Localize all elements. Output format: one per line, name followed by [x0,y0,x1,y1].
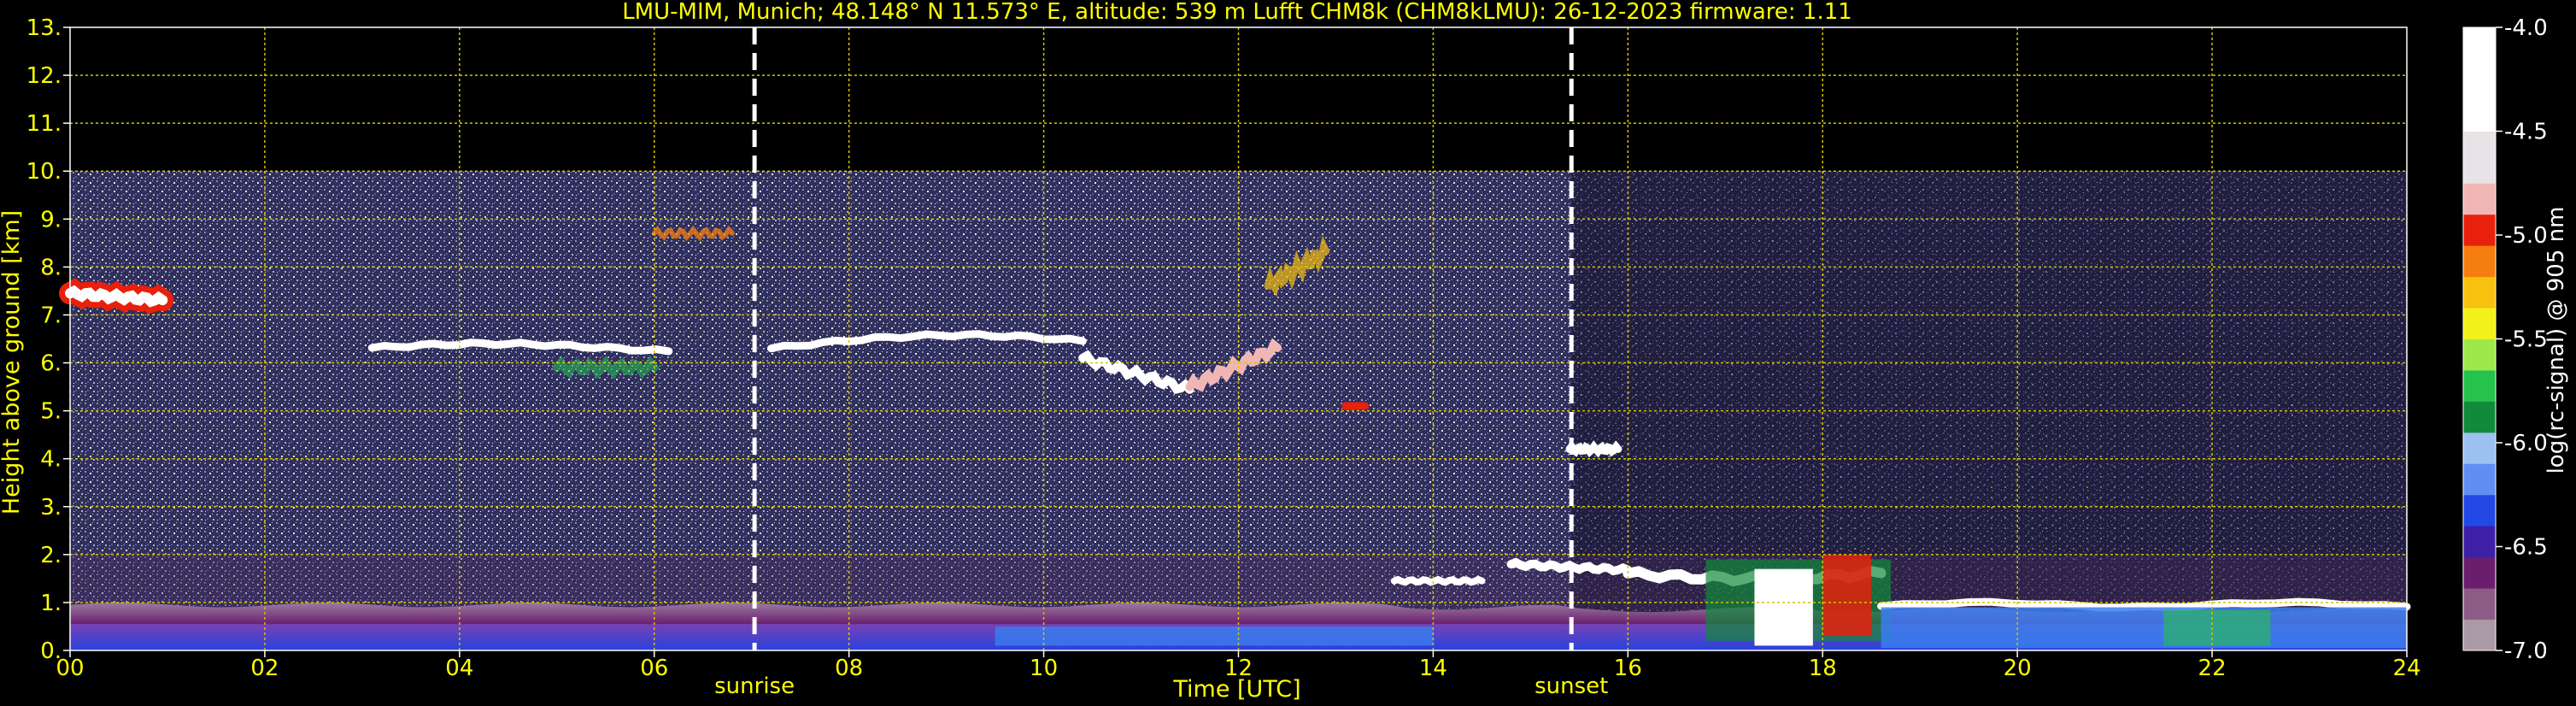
colorbar-tick-label: -5.5 [2504,327,2548,353]
y-tick-label: 13. [26,15,62,41]
y-tick-label: 9. [40,207,62,232]
colorbar-segment [2463,27,2496,132]
colorbar-tick-label: -4.5 [2504,120,2548,145]
x-tick-label: 22 [2198,656,2227,681]
colorbar-segment [2463,214,2496,246]
colorbar-segment [2463,463,2496,496]
x-tick-label: 20 [2004,656,2032,681]
colorbar: -4.0 -4.5 -5.0 -5.5 -6.0 -6.5 -7.0 [2462,15,2548,664]
annotation-label-sunrise: sunrise [714,674,795,699]
y-tick-label: 2. [40,543,62,568]
colorbar-segment [2463,369,2496,402]
colorbar-segment [2463,619,2496,651]
colorbar-tick-label: -7.0 [2504,638,2548,664]
colorbar-segment [2463,494,2496,527]
colorbar-segment [2463,308,2496,339]
colorbar-segment [2463,338,2496,371]
colorbar-segment [2463,588,2496,621]
cloud-sunset [1565,440,1622,458]
y-tick-label: 11. [26,111,62,137]
cloud-column-red [1822,554,1872,637]
x-tick-label: 24 [2392,656,2421,681]
x-tick-label: 14 [1419,656,1447,681]
colorbar-segment [2463,183,2496,215]
colorbar-segment [2463,276,2496,309]
x-tick-label: 18 [1809,656,1837,681]
colorbar-segment [2463,131,2496,184]
y-tick-label: 8. [40,255,62,280]
colorbar-label: log(rc-signal) @ 905 nm [2544,207,2569,474]
evening-aerosol [1881,607,2407,649]
y-tick-label: 4. [40,447,62,473]
cloud-column-white [1754,568,1813,646]
daytime-aerosol-patch [995,626,1434,646]
x-tick-label: 06 [640,656,668,681]
y-tick-label: 7. [40,303,62,328]
x-tick-label: 16 [1614,656,1642,681]
x-tick-label: 02 [250,656,279,681]
y-tick-label: 5. [40,399,62,425]
y-tick-label: 10. [26,159,62,185]
colorbar-segment [2463,401,2496,433]
colorbar-segment [2463,245,2496,278]
colorbar-tick-label: -6.0 [2504,431,2548,456]
y-tick-label: 1. [40,591,62,616]
chart-title: LMU-MIM, Munich; 48.148° N 11.573° E, al… [622,0,1852,25]
colorbar-tick-label: -6.5 [2504,535,2548,561]
colorbar-segment [2463,556,2496,589]
chart-svg: sunrise sunset 00 02 04 06 08 10 12 14 16 18 20 22 24… [0,0,2569,703]
low-cloud-1 [1390,575,1486,586]
x-tick-label: 10 [1030,656,1058,681]
x-tick-label: 04 [445,656,473,681]
ceilometer-chart: sunrise sunset 00 02 04 06 08 10 12 14 16 18 20 22 24… [0,0,2576,706]
annotation-label-sunset: sunset [1534,674,1608,699]
colorbar-tick-label: -5.0 [2504,223,2548,249]
y-tick-label: 3. [40,495,62,521]
colorbar-segment [2463,526,2496,558]
y-tick-label: 0. [40,638,62,664]
colorbar-segment [2463,432,2496,464]
evening-precip [2163,609,2271,646]
y-axis-label: Height above ground [km] [0,210,25,515]
x-tick-label: 08 [835,656,863,681]
colorbar-tick-label: -4.0 [2504,15,2548,41]
y-tick-label: 6. [40,351,62,377]
x-axis-label: Time [UTC] [1172,676,1300,703]
y-tick-label: 12. [26,63,62,89]
